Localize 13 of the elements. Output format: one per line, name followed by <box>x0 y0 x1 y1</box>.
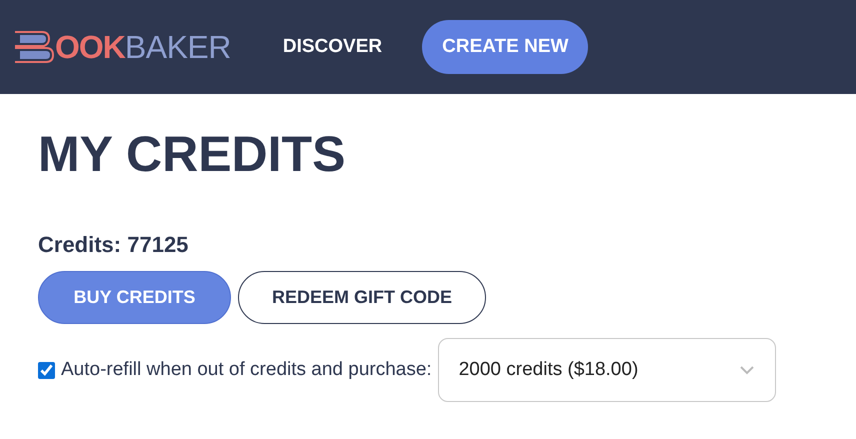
books-icon <box>14 31 54 63</box>
credits-dropdown[interactable]: 2000 credits ($18.00) <box>438 338 776 402</box>
auto-refill-checkbox[interactable] <box>38 362 55 378</box>
nav-link[interactable]: DISCOVER <box>282 36 382 58</box>
logo-text: OOK <box>55 28 125 66</box>
caret-icon <box>738 365 755 375</box>
redeem-button[interactable]: REDEEM GIFT CODE <box>238 271 486 324</box>
page-title: MY CREDITS <box>38 125 346 184</box>
logo-text: BAKER <box>124 28 231 66</box>
create-new-button[interactable]: CREATE NEW <box>422 20 588 74</box>
credits-count: Credits: 77125 <box>38 232 190 258</box>
auto-refill-label: Auto-refill when out of credits and purchase: <box>61 359 432 381</box>
buy-button[interactable]: BUY CREDITS <box>38 271 231 324</box>
